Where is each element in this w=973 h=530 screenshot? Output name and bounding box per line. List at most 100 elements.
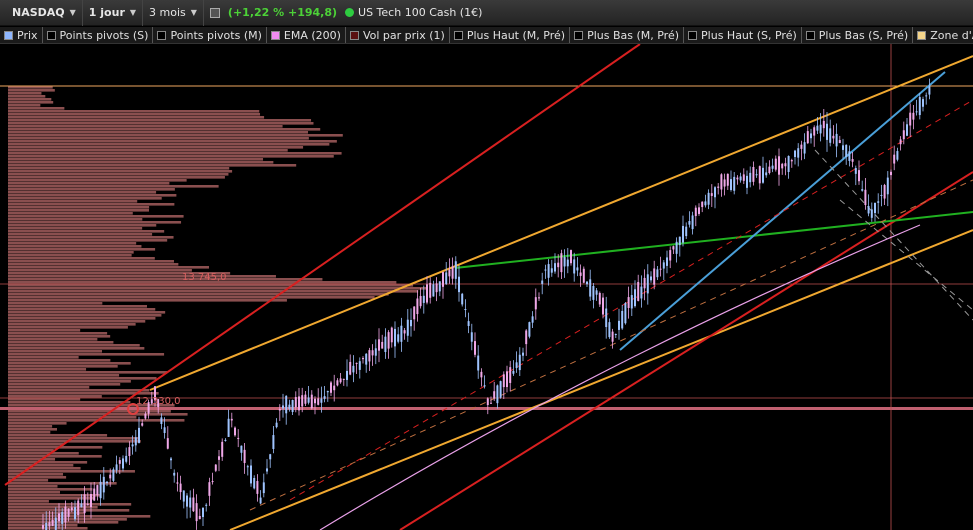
candle-body [442,272,444,287]
volume-bar [8,350,103,353]
volume-bar [8,449,54,452]
legend-item[interactable]: Zone d'Achat/Vente [913,27,973,43]
volume-bar [8,194,177,197]
candle-body [266,468,268,472]
price-chart[interactable]: 13 745,0 12 330,0 [0,44,973,530]
volume-bar [8,227,143,230]
candle-body [486,398,489,405]
trend-line-green [454,211,973,269]
legend-item[interactable]: Plus Bas (S, Pré) [802,27,914,43]
candle-body [61,512,64,524]
candle-body [192,497,195,512]
period-selector[interactable]: 3 mois ▼ [143,0,204,26]
candle-body [691,215,694,230]
instrument-name: US Tech 100 Cash (1€) [358,6,483,19]
candle-body [134,437,137,446]
candle-body [144,413,147,419]
info-icon[interactable] [209,7,220,18]
candle-body [339,378,342,383]
candle-body [330,382,332,393]
volume-bar [8,428,57,431]
candle-body [522,352,524,356]
volume-bar [8,287,428,290]
candle-body [592,285,595,300]
volume-bar [8,278,323,281]
volume-bar [8,443,65,446]
interval-selector[interactable]: 1 jour ▼ [83,0,144,26]
candle-body [326,391,329,393]
candle-body [323,396,326,399]
legend-label: EMA (200) [283,28,341,42]
candle-body [45,522,48,530]
candle-body [506,371,508,388]
candle-body [838,140,841,144]
volume-bar [8,353,165,356]
volume-bar [8,167,230,170]
candle-body [621,310,624,329]
candle-body [630,295,633,309]
candle-body [48,522,51,527]
candle-body [739,176,742,181]
volume-bar [8,89,55,92]
volume-bar [8,131,309,134]
legend-swatch [688,30,698,40]
candle-body [640,286,643,299]
volume-bar [8,143,330,146]
legend-item[interactable]: Plus Haut (S, Pré) [684,27,802,43]
legend-item[interactable]: Prix [0,27,43,43]
legend-swatch [270,30,280,40]
volume-bar [8,176,225,179]
candle-body [189,497,192,508]
candle-body [858,170,860,182]
legend-item[interactable]: EMA (200) [267,27,346,43]
candle-body [243,449,246,464]
legend-label: Points pivots (S) [59,28,149,42]
volume-bar [8,155,334,158]
legend-item[interactable]: Vol par prix (1) [346,27,450,43]
volume-bar [8,452,79,455]
volume-bar [8,473,64,476]
candle-body [909,112,912,126]
volume-bar [8,185,219,188]
volume-bar [8,128,321,131]
volume-bar [8,410,171,413]
legend-item[interactable]: Plus Haut (M, Pré) [450,27,571,43]
candle-body [429,282,432,298]
volume-bar [8,200,138,203]
candle-body [490,402,492,404]
candle-body [512,370,515,374]
candle-body [102,476,105,493]
candle-body [835,133,838,147]
volume-bar [8,260,174,263]
legend-item[interactable]: Points pivots (M) [153,27,267,43]
chevron-down-icon: ▼ [190,8,197,17]
candle-body [272,435,275,449]
candle-body [342,378,345,380]
legend-item[interactable]: Points pivots (S) [43,27,154,43]
candle-body [470,332,473,342]
candle-body [573,259,576,274]
candle-body [765,172,768,176]
candle-body [662,262,665,269]
volume-bar [8,362,131,365]
candle-body [77,500,80,516]
candle-body [778,156,780,175]
volume-bar [8,365,118,368]
volume-bar [8,416,137,419]
volume-bar [8,209,150,212]
candle-body [211,481,214,483]
candle-body [288,404,291,409]
symbol-selector[interactable]: NASDAQ ▼ [0,0,83,26]
candle-body [541,280,544,284]
channel-upper [149,55,973,391]
candle-body [80,503,83,508]
legend-item[interactable]: Plus Bas (M, Pré) [570,27,685,43]
candle-body [688,221,691,225]
volume-bar [8,299,287,302]
volume-bar [8,380,131,383]
volume-bar [8,152,342,155]
candle-body [515,362,518,369]
volume-bar [8,356,79,359]
candle-body [861,189,864,191]
candle-body [832,135,835,139]
